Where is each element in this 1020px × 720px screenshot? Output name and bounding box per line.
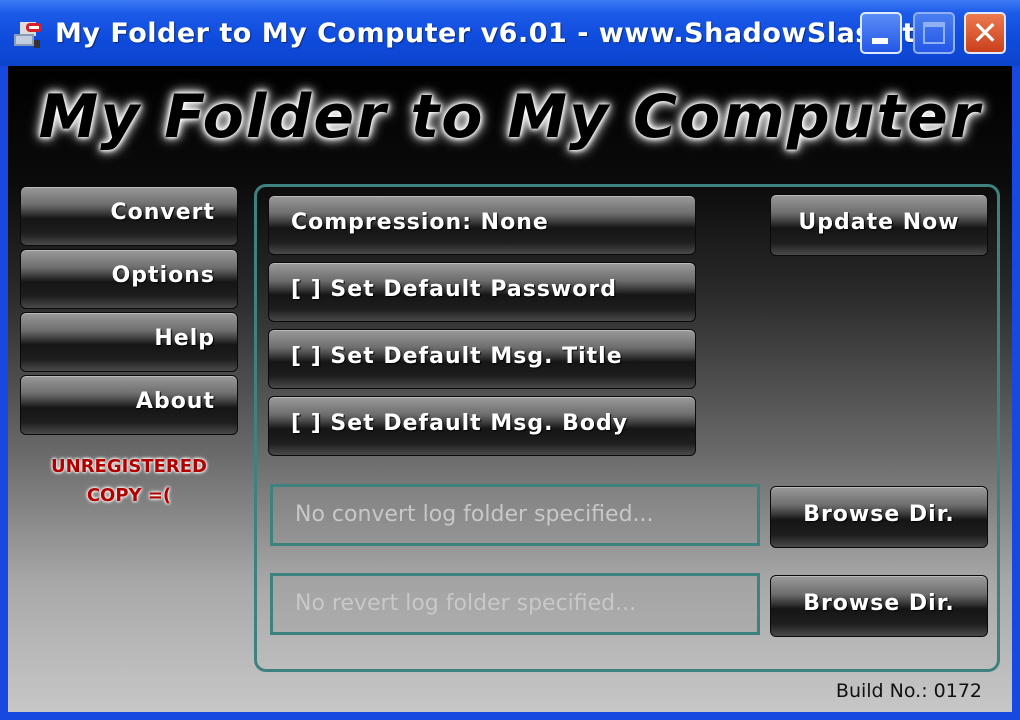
convert-log-folder-field[interactable]: No convert log folder specified... xyxy=(270,484,760,546)
set-default-msg-title-toggle[interactable]: [ ] Set Default Msg. Title xyxy=(268,329,696,389)
browse-revert-log-button[interactable]: Browse Dir. xyxy=(770,575,988,637)
unregistered-line-2: COPY =( xyxy=(86,485,172,506)
update-now-button[interactable]: Update Now xyxy=(770,194,988,256)
unregistered-notice: UNREGISTERED COPY =( xyxy=(20,452,238,510)
nav-options-button[interactable]: Options xyxy=(20,249,238,309)
build-number: Build No.: 0172 xyxy=(835,680,982,702)
app-icon xyxy=(14,22,42,48)
revert-log-folder-field[interactable]: No revert log folder specified... xyxy=(270,573,760,635)
close-icon: ✕ xyxy=(971,14,999,52)
banner-title: My Folder to My Computer xyxy=(38,82,982,152)
window-title: My Folder to My Computer v6.01 - www.Sha… xyxy=(55,18,935,49)
nav-convert-button[interactable]: Convert xyxy=(20,186,238,246)
compression-button[interactable]: Compression: None xyxy=(268,195,696,255)
browse-convert-log-button[interactable]: Browse Dir. xyxy=(770,486,988,548)
close-button[interactable]: ✕ xyxy=(964,12,1006,54)
unregistered-line-1: UNREGISTERED xyxy=(51,456,207,477)
app-window: My Folder to My Computer v6.01 - www.Sha… xyxy=(0,0,1020,720)
title-bar[interactable]: My Folder to My Computer v6.01 - www.Sha… xyxy=(0,0,1020,66)
nav-help-button[interactable]: Help xyxy=(20,312,238,372)
maximize-button[interactable] xyxy=(913,12,955,54)
minimize-icon xyxy=(872,38,888,44)
banner: My Folder to My Computer xyxy=(8,82,1012,152)
maximize-icon xyxy=(923,22,945,44)
nav-about-button[interactable]: About xyxy=(20,375,238,435)
set-default-password-toggle[interactable]: [ ] Set Default Password xyxy=(268,262,696,322)
set-default-msg-body-toggle[interactable]: [ ] Set Default Msg. Body xyxy=(268,396,696,456)
minimize-button[interactable] xyxy=(860,12,902,54)
client-area: My Folder to My Computer Convert Options… xyxy=(8,66,1012,712)
